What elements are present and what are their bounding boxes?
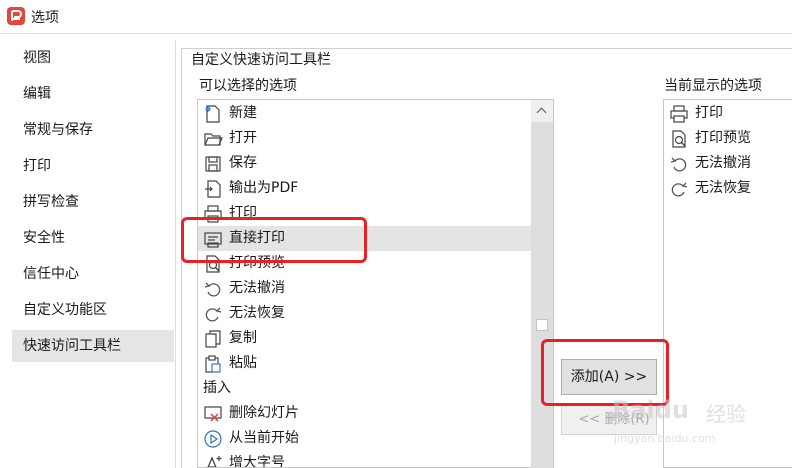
- title-bar: 选项: [0, 0, 792, 34]
- list-item[interactable]: 无法恢复: [664, 176, 792, 201]
- sidebar-item-spell-check[interactable]: 拼写检查: [12, 186, 174, 218]
- printer-icon: [669, 104, 689, 124]
- list-item[interactable]: 粘贴: [198, 351, 532, 376]
- undo-icon: [669, 154, 689, 174]
- play-from-current-icon: [203, 429, 223, 449]
- sidebar-item-print[interactable]: 打印: [12, 150, 174, 182]
- sidebar-item-trust-center[interactable]: 信任中心: [12, 258, 174, 290]
- new-file-icon: [203, 104, 223, 124]
- list-item[interactable]: 新建: [198, 101, 532, 126]
- list-item[interactable]: 打开: [198, 126, 532, 151]
- list-section-header: 插入: [203, 380, 231, 396]
- baidu-watermark: Baidu 经验 jingyan.baidu.com: [612, 396, 757, 456]
- sidebar-item-view[interactable]: 视图: [12, 42, 174, 74]
- list-item[interactable]: 复制: [198, 326, 532, 351]
- sidebar-item-quick-access-toolbar[interactable]: 快速访问工具栏: [12, 330, 174, 362]
- annotation-highlight-direct-print: [181, 217, 367, 263]
- sidebar-item-general-save[interactable]: 常规与保存: [12, 114, 174, 146]
- scroll-thumb[interactable]: [536, 319, 548, 331]
- scroll-up-arrow-icon[interactable]: [531, 100, 553, 122]
- folder-open-icon: [203, 129, 223, 149]
- save-icon: [203, 154, 223, 174]
- sidebar-item-security[interactable]: 安全性: [12, 222, 174, 254]
- copy-icon: [203, 329, 223, 349]
- sidebar-item-edit[interactable]: 编辑: [12, 78, 174, 110]
- list-item[interactable]: 打印: [664, 101, 792, 126]
- export-pdf-icon: [203, 179, 223, 199]
- available-list-scrollbar[interactable]: [531, 100, 553, 468]
- available-options-list[interactable]: 新建 打开 保存 输出为PDF 打印 直接打印 打印预览 无法撤消 无法恢复 复…: [197, 99, 554, 468]
- watermark-suffix: 经验: [706, 402, 746, 426]
- list-item[interactable]: 从当前开始: [198, 426, 532, 451]
- paste-icon: [203, 354, 223, 374]
- watermark-brand: Baidu: [612, 396, 689, 424]
- list-item[interactable]: 无法恢复: [198, 301, 532, 326]
- redo-icon: [203, 304, 223, 324]
- window-title: 选项: [31, 10, 59, 26]
- options-sidebar: 视图 编辑 常规与保存 打印 拼写检查 安全性 信任中心 自定义功能区 快速访问…: [12, 40, 176, 468]
- sidebar-item-customize-ribbon[interactable]: 自定义功能区: [12, 294, 174, 326]
- available-options-label: 可以选择的选项: [199, 78, 297, 94]
- list-item[interactable]: 增大字号: [198, 451, 532, 467]
- list-item[interactable]: 打印预览: [664, 126, 792, 151]
- redo-icon: [669, 179, 689, 199]
- list-item[interactable]: 保存: [198, 151, 532, 176]
- group-title: 自定义快速访问工具栏: [187, 49, 335, 69]
- increase-font-icon: [203, 454, 223, 467]
- wps-logo-icon: [7, 7, 25, 25]
- list-item[interactable]: 输出为PDF: [198, 176, 532, 201]
- current-options-label: 当前显示的选项: [664, 78, 762, 94]
- delete-slide-icon: [203, 404, 223, 424]
- undo-icon: [203, 279, 223, 299]
- list-item[interactable]: 无法撤消: [198, 276, 532, 301]
- list-item[interactable]: 无法撤消: [664, 151, 792, 176]
- watermark-url: jingyan.baidu.com: [614, 432, 716, 445]
- list-item[interactable]: 删除幻灯片: [198, 401, 532, 426]
- print-preview-icon: [669, 129, 689, 149]
